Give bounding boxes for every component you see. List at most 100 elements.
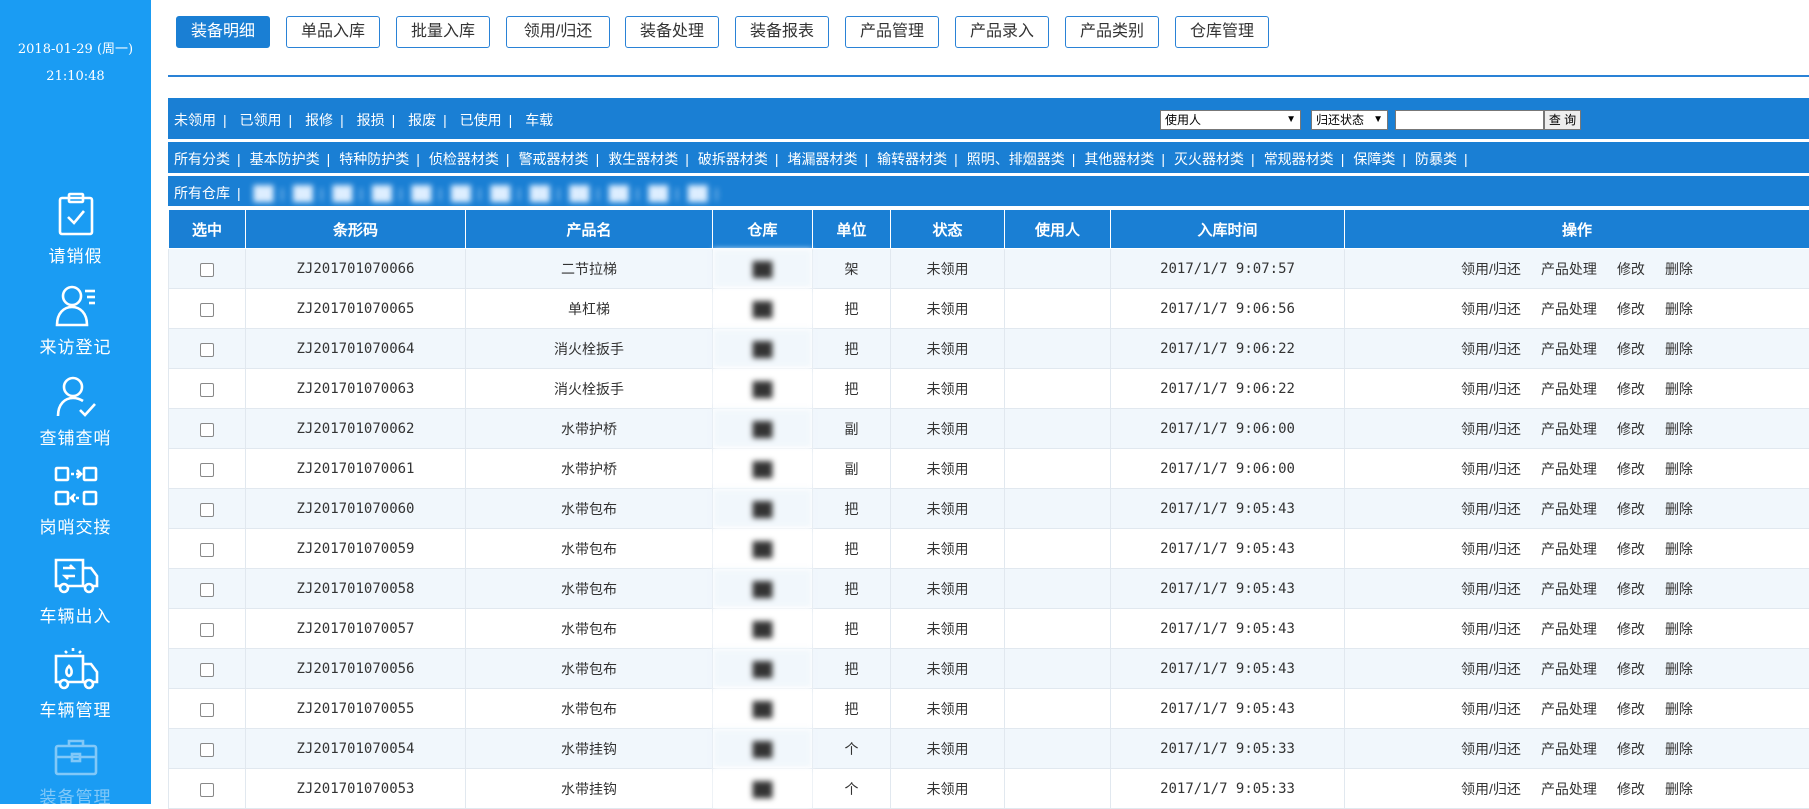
category-item[interactable]: 警戒器材类 [519, 151, 589, 167]
borrow-return-link[interactable]: 领用/归还 [1461, 261, 1521, 277]
row-checkbox[interactable] [200, 383, 214, 397]
row-checkbox[interactable] [200, 263, 214, 277]
row-checkbox[interactable] [200, 543, 214, 557]
borrow-return-link[interactable]: 领用/归还 [1461, 661, 1521, 677]
tab-batch-stock-in[interactable]: 批量入库 [396, 16, 490, 48]
row-checkbox[interactable] [200, 743, 214, 757]
row-checkbox[interactable] [200, 663, 214, 677]
tab-product-management[interactable]: 产品管理 [845, 16, 939, 48]
warehouse-item[interactable]: ██ [333, 185, 353, 201]
borrow-return-link[interactable]: 领用/归还 [1461, 381, 1521, 397]
edit-link[interactable]: 修改 [1617, 381, 1645, 397]
delete-link[interactable]: 删除 [1665, 701, 1693, 717]
sidebar-item-vehicle-management[interactable]: 车辆管理 [0, 646, 151, 730]
process-link[interactable]: 产品处理 [1541, 381, 1597, 397]
warehouse-item[interactable]: ██ [451, 185, 471, 201]
process-link[interactable]: 产品处理 [1541, 341, 1597, 357]
tab-equipment-detail[interactable]: 装备明细 [176, 16, 270, 48]
tab-single-stock-in[interactable]: 单品入库 [286, 16, 380, 48]
table-row[interactable]: ZJ201701070057水带包布██把未领用2017/1/7 9:05:43… [169, 609, 1809, 649]
tab-equipment-processing[interactable]: 装备处理 [625, 16, 719, 48]
table-row[interactable]: ZJ201701070053水带挂钩██个未领用2017/1/7 9:05:33… [169, 769, 1809, 809]
filter-unclaimed[interactable]: 未领用 [174, 112, 216, 128]
table-row[interactable]: ZJ201701070055水带包布██把未领用2017/1/7 9:05:43… [169, 689, 1809, 729]
process-link[interactable]: 产品处理 [1541, 541, 1597, 557]
edit-link[interactable]: 修改 [1617, 661, 1645, 677]
table-row[interactable]: ZJ201701070059水带包布██把未领用2017/1/7 9:05:43… [169, 529, 1809, 569]
process-link[interactable]: 产品处理 [1541, 461, 1597, 477]
warehouse-all[interactable]: 所有仓库 [174, 185, 230, 201]
borrow-return-link[interactable]: 领用/归还 [1461, 341, 1521, 357]
row-checkbox[interactable] [200, 343, 214, 357]
process-link[interactable]: 产品处理 [1541, 621, 1597, 637]
edit-link[interactable]: 修改 [1617, 621, 1645, 637]
delete-link[interactable]: 删除 [1665, 781, 1693, 797]
tab-borrow-return[interactable]: 领用/归还 [506, 16, 610, 48]
category-item[interactable]: 防暴类 [1415, 151, 1457, 167]
table-row[interactable]: ZJ201701070065单杠梯██把未领用2017/1/7 9:06:56领… [169, 289, 1809, 329]
row-checkbox[interactable] [200, 783, 214, 797]
table-row[interactable]: ZJ201701070056水带包布██把未领用2017/1/7 9:05:43… [169, 649, 1809, 689]
tab-product-entry[interactable]: 产品录入 [955, 16, 1049, 48]
category-item[interactable]: 特种防护类 [339, 151, 409, 167]
process-link[interactable]: 产品处理 [1541, 301, 1597, 317]
user-select[interactable]: 使用人 ▼ [1160, 110, 1301, 130]
category-item[interactable]: 救生器材类 [608, 151, 678, 167]
borrow-return-link[interactable]: 领用/归还 [1461, 741, 1521, 757]
process-link[interactable]: 产品处理 [1541, 701, 1597, 717]
table-row[interactable]: ZJ201701070060水带包布██把未领用2017/1/7 9:05:43… [169, 489, 1809, 529]
sidebar-item-leave[interactable]: 请销假 [0, 192, 151, 276]
warehouse-item[interactable]: ██ [490, 185, 510, 201]
warehouse-item[interactable]: ██ [411, 185, 431, 201]
table-row[interactable]: ZJ201701070066二节拉梯██架未领用2017/1/7 9:07:57… [169, 249, 1809, 289]
filter-claimed[interactable]: 已领用 [240, 112, 282, 128]
category-item[interactable]: 灭火器材类 [1174, 151, 1244, 167]
table-row[interactable]: ZJ201701070064消火栓扳手██把未领用2017/1/7 9:06:2… [169, 329, 1809, 369]
borrow-return-link[interactable]: 领用/归还 [1461, 781, 1521, 797]
warehouse-item[interactable]: ██ [293, 185, 313, 201]
filter-damaged[interactable]: 报损 [357, 112, 385, 128]
tab-equipment-report[interactable]: 装备报表 [735, 16, 829, 48]
process-link[interactable]: 产品处理 [1541, 501, 1597, 517]
sidebar-item-vehicle-entry[interactable]: 车辆出入 [0, 556, 151, 640]
row-checkbox[interactable] [200, 623, 214, 637]
search-input[interactable] [1395, 110, 1544, 130]
category-item[interactable]: 基本防护类 [250, 151, 320, 167]
delete-link[interactable]: 删除 [1665, 301, 1693, 317]
sidebar-item-visitor[interactable]: 来访登记 [0, 283, 151, 367]
delete-link[interactable]: 删除 [1665, 541, 1693, 557]
borrow-return-link[interactable]: 领用/归还 [1461, 421, 1521, 437]
process-link[interactable]: 产品处理 [1541, 741, 1597, 757]
delete-link[interactable]: 删除 [1665, 341, 1693, 357]
table-row[interactable]: ZJ201701070058水带包布██把未领用2017/1/7 9:05:43… [169, 569, 1809, 609]
borrow-return-link[interactable]: 领用/归还 [1461, 541, 1521, 557]
delete-link[interactable]: 删除 [1665, 581, 1693, 597]
row-checkbox[interactable] [200, 423, 214, 437]
category-item[interactable]: 破拆器材类 [698, 151, 768, 167]
delete-link[interactable]: 删除 [1665, 461, 1693, 477]
warehouse-item[interactable]: ██ [609, 185, 629, 201]
filter-scrapped[interactable]: 报废 [408, 112, 436, 128]
search-button[interactable]: 查 询 [1544, 110, 1581, 130]
delete-link[interactable]: 删除 [1665, 741, 1693, 757]
warehouse-item[interactable]: ██ [530, 185, 550, 201]
category-item[interactable]: 常规器材类 [1264, 151, 1334, 167]
sidebar-item-shift[interactable]: 岗哨交接 [0, 465, 151, 549]
category-all[interactable]: 所有分类 [174, 151, 230, 167]
borrow-return-link[interactable]: 领用/归还 [1461, 581, 1521, 597]
return-status-select[interactable]: 归还状态 ▼ [1311, 110, 1388, 130]
borrow-return-link[interactable]: 领用/归还 [1461, 301, 1521, 317]
category-item[interactable]: 照明、排烟器类 [967, 151, 1065, 167]
edit-link[interactable]: 修改 [1617, 701, 1645, 717]
warehouse-item[interactable]: ██ [569, 185, 589, 201]
table-row[interactable]: ZJ201701070063消火栓扳手██把未领用2017/1/7 9:06:2… [169, 369, 1809, 409]
process-link[interactable]: 产品处理 [1541, 581, 1597, 597]
table-row[interactable]: ZJ201701070054水带挂钩██个未领用2017/1/7 9:05:33… [169, 729, 1809, 769]
category-item[interactable]: 堵漏器材类 [787, 151, 857, 167]
warehouse-item[interactable]: ██ [372, 185, 392, 201]
edit-link[interactable]: 修改 [1617, 341, 1645, 357]
table-row[interactable]: ZJ201701070061水带护桥██副未领用2017/1/7 9:06:00… [169, 449, 1809, 489]
delete-link[interactable]: 删除 [1665, 661, 1693, 677]
edit-link[interactable]: 修改 [1617, 421, 1645, 437]
process-link[interactable]: 产品处理 [1541, 421, 1597, 437]
